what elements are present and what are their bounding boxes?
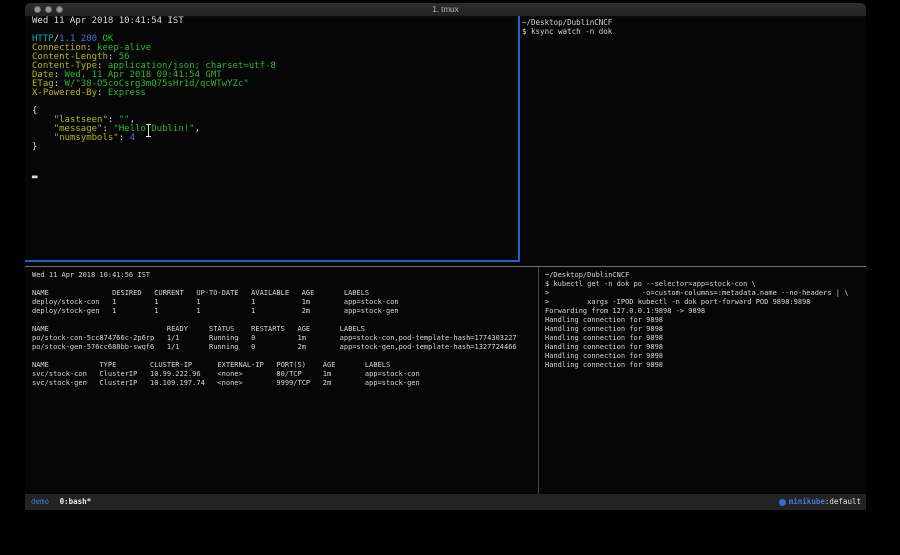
terminal-line: $ ksync watch -n dok [522, 27, 862, 36]
pane-port-forward[interactable]: ~/Desktop/DublinCNCF$ kubectl get -n dok… [545, 271, 863, 370]
terminal-line: deploy/stock-gen 1 1 1 1 2m app=stock-ge… [32, 307, 538, 316]
terminal-line: Handling connection for 9898 [545, 325, 863, 334]
terminal-line: Handling connection for 9898 [545, 352, 863, 361]
terminal-line: Forwarding from 127.0.0.1:9898 -> 9898 [545, 307, 863, 316]
session-name: demo [31, 497, 49, 506]
terminal-line: Handling connection for 9898 [545, 361, 863, 370]
terminal-line: > xargs -IPOD kubectl -n dok port-forwar… [545, 298, 863, 307]
terminal-line: svc/stock-gen ClusterIP 10.109.197.74 <n… [32, 379, 538, 388]
terminal-line: Wed 11 Apr 2018 10:41:54 IST [32, 17, 518, 26]
active-pane-divider-horizontal[interactable] [25, 260, 520, 262]
window-name[interactable]: 0:bash* [60, 497, 92, 506]
pane-kubectl-get[interactable]: Wed 11 Apr 2018 10:41:56 IST NAME DESIRE… [32, 271, 538, 388]
terminal-line: X-Powered-By: Express [32, 89, 518, 98]
kubernetes-icon [779, 499, 786, 506]
terminal-line: po/stock-con-5cc874766c-2p6rp 1/1 Runnin… [32, 334, 538, 343]
kube-context: minikube [789, 494, 825, 510]
terminal-line: Wed 11 Apr 2018 10:41:56 IST [32, 271, 538, 280]
terminal-line: svc/stock-con ClusterIP 10.99.222.96 <no… [32, 370, 538, 379]
split-divider-horizontal[interactable] [25, 266, 866, 267]
terminal-line [32, 161, 518, 170]
mouse-ibeam-cursor [145, 124, 152, 137]
terminal-window: 1. tmux Wed 11 Apr 2018 10:41:54 IST HTT… [25, 3, 866, 510]
terminal-line: ~/Desktop/DublinCNCF [522, 18, 862, 27]
terminal-line [32, 98, 518, 107]
terminal-line: deploy/stock-con 1 1 1 1 1m app=stock-co… [32, 298, 538, 307]
split-divider-vertical[interactable] [538, 267, 539, 494]
pane-http-response[interactable]: Wed 11 Apr 2018 10:41:54 IST HTTP/1.1 20… [32, 17, 518, 179]
window-titlebar[interactable]: 1. tmux [25, 3, 866, 17]
pane-ksync[interactable]: ~/Desktop/DublinCNCF$ ksync watch -n dok [522, 18, 862, 36]
window-title: 1. tmux [25, 3, 866, 16]
terminal-line: Handling connection for 9898 [545, 334, 863, 343]
terminal-line: NAME DESIRED CURRENT UP-TO-DATE AVAILABL… [32, 289, 538, 298]
active-pane-divider-vertical[interactable] [518, 16, 520, 260]
terminal-line: ~/Desktop/DublinCNCF [545, 271, 863, 280]
terminal-line: $ kubectl get -n dok po --selector=app=s… [545, 280, 863, 289]
terminal-line: po/stock-gen-576cc688bb-swqf6 1/1 Runnin… [32, 343, 538, 352]
status-right: minikube :default [779, 494, 861, 510]
terminal-line [32, 152, 518, 161]
terminal-line: Handling connection for 9898 [545, 343, 863, 352]
terminal-line: > -o=custom-columns=:metadata.name --no-… [545, 289, 863, 298]
terminal-line [32, 352, 538, 361]
tmux-status-bar: demo 0:bash* minikube :default [25, 494, 866, 510]
terminal-line [32, 316, 538, 325]
terminal-line: Handling connection for 9898 [545, 316, 863, 325]
terminal-line: ▂ [32, 170, 518, 179]
terminal-line [32, 280, 538, 289]
status-left: demo 0:bash* [31, 494, 91, 510]
terminal-line: } [32, 143, 518, 152]
terminal-line: NAME TYPE CLUSTER-IP EXTERNAL-IP PORT(S)… [32, 361, 538, 370]
terminal-line: NAME READY STATUS RESTARTS AGE LABELS [32, 325, 538, 334]
terminal-line: "numsymbols": 4 [32, 134, 518, 143]
kube-namespace: :default [825, 494, 861, 510]
